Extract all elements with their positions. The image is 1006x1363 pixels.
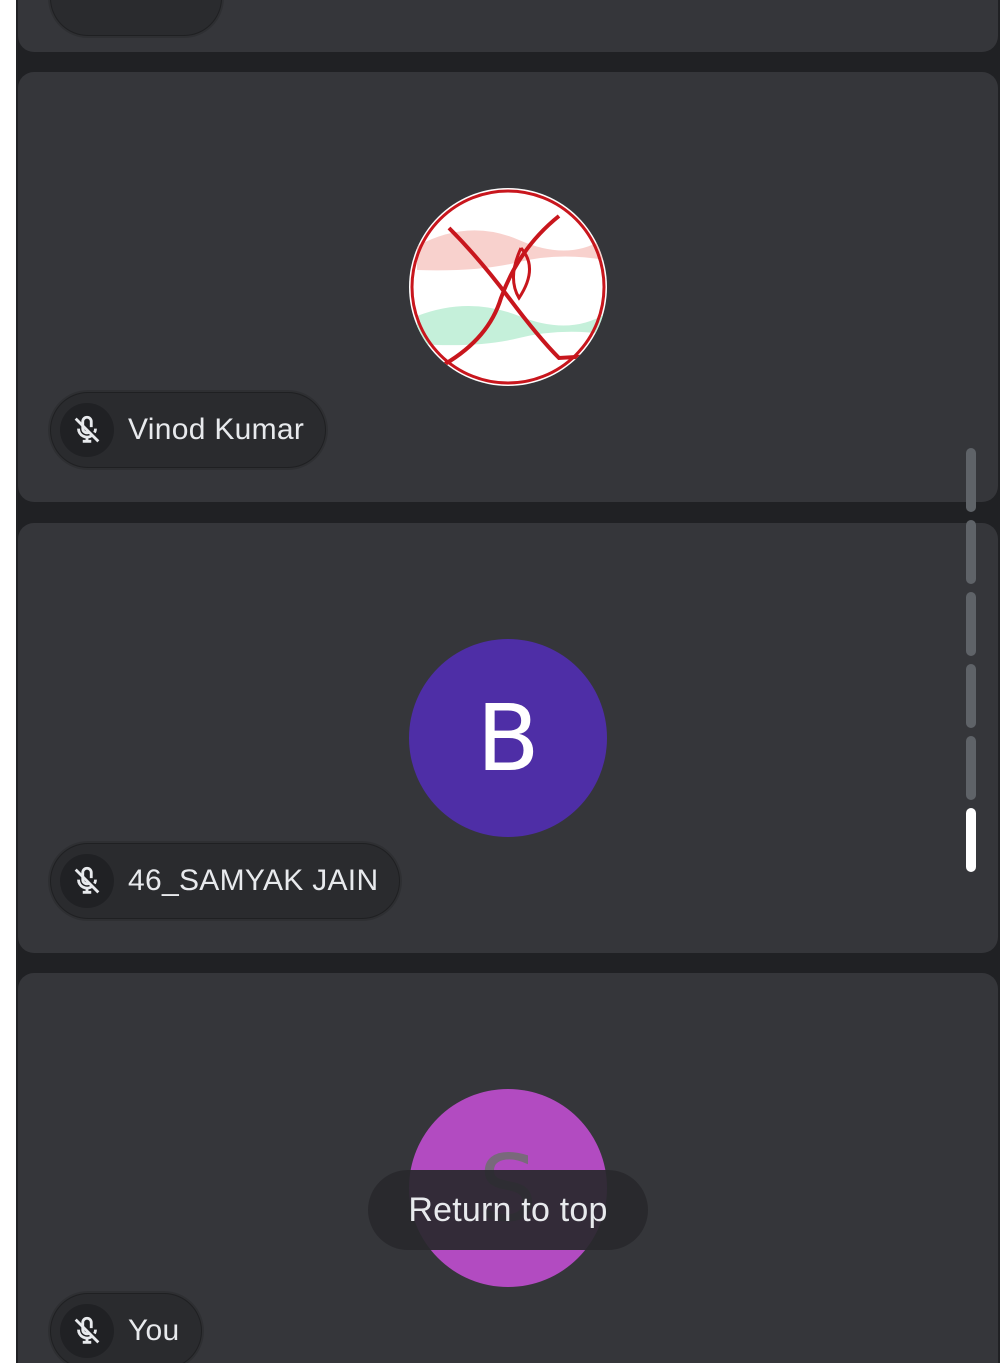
scroll-segment [966,592,976,656]
scroll-position-indicator[interactable] [966,448,976,878]
participant-tile-partial[interactable] [18,0,998,52]
avatar-initial: B [476,684,540,792]
mic-off-icon[interactable] [60,403,114,457]
mic-off-icon[interactable] [60,1304,114,1358]
participant-tile-vinod-kumar[interactable]: Vinod Kumar [18,72,998,502]
participant-name-pill [50,0,222,36]
participant-tile-you[interactable]: S You [18,973,998,1363]
scroll-segment [966,664,976,728]
participant-name-pill: Vinod Kumar [50,392,327,468]
scroll-segment [966,520,976,584]
mic-off-icon[interactable] [60,854,114,908]
participant-name: You [128,1314,180,1347]
return-to-top-button[interactable]: Return to top [368,1170,648,1250]
scroll-segment-active [966,808,976,872]
participant-name-pill: You [50,1293,202,1363]
participant-name: 46_SAMYAK JAIN [128,864,379,897]
scroll-segment [966,736,976,800]
meeting-grid-screen: Vinod Kumar B 46_SAMYAK JAIN You Return … [0,0,1006,1363]
logo-icon [410,189,606,385]
participant-name: Vinod Kumar [128,413,305,446]
participant-avatar-photo [409,188,607,386]
participant-name-pill: 46_SAMYAK JAIN [50,843,401,919]
participant-tile-samyak-jain[interactable]: B 46_SAMYAK JAIN [18,523,998,953]
participant-avatar-initial: B [409,639,607,837]
scroll-segment [966,448,976,512]
participant-grid[interactable]: Vinod Kumar B 46_SAMYAK JAIN You Return … [16,0,1000,1363]
